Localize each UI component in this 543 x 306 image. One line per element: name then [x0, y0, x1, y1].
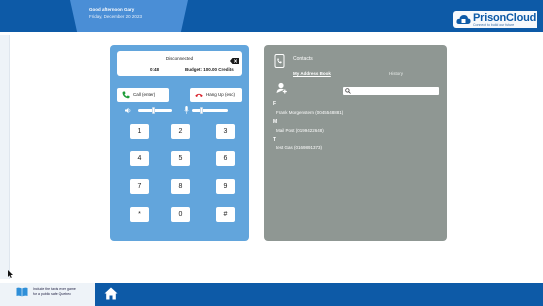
budget-display: Budget: 100.00 Credits: [185, 67, 234, 72]
contacts-title: Contacts: [293, 56, 313, 62]
address-book-icon: [274, 54, 285, 68]
microphone-volume-slider[interactable]: [192, 107, 228, 114]
speaker-volume-slider[interactable]: [138, 107, 172, 114]
mouse-cursor-icon: [8, 270, 13, 278]
contact-group-letter: M: [273, 119, 278, 125]
key-4[interactable]: 4: [130, 151, 149, 166]
speaker-volume-thumb[interactable]: [152, 107, 155, 114]
book-icon: [16, 287, 28, 297]
key-0[interactable]: 0: [171, 207, 190, 222]
key-hash[interactable]: #: [216, 207, 235, 222]
cloud-icon: [456, 15, 471, 24]
phone-icon: [122, 91, 130, 99]
tab-history[interactable]: History: [389, 71, 403, 76]
key-7[interactable]: 7: [130, 179, 149, 194]
footer-text-line1: Include the taxis ever game: [33, 287, 76, 291]
speaker-icon: [125, 107, 131, 114]
hang-up-icon: [195, 93, 203, 97]
microphone-icon: [184, 106, 189, 114]
search-icon: [345, 88, 351, 94]
contact-group-letter: T: [273, 137, 277, 143]
contact-item[interactable]: Frank Morgenstern (0045548881): [276, 110, 343, 115]
contacts-panel: Contacts My Address Book History F Frank…: [264, 45, 447, 241]
footer-text-line2: for a public safe Quebec: [33, 292, 71, 296]
contact-item[interactable]: Mail Post (0199422648): [276, 128, 324, 133]
key-9[interactable]: 9: [216, 179, 235, 194]
call-status: Disconnected: [165, 56, 194, 61]
microphone-volume-thumb[interactable]: [200, 107, 203, 114]
key-2[interactable]: 2: [171, 124, 190, 139]
contact-search-input[interactable]: [343, 87, 439, 95]
call-button-label: Call (enter): [133, 92, 156, 97]
contact-group-letter: F: [273, 101, 277, 107]
app-screen: Good afternoon Gary Friday, December 20 …: [0, 0, 543, 306]
key-6[interactable]: 6: [216, 151, 235, 166]
hang-up-label: Hang Up (esc): [206, 92, 236, 97]
call-status-display: Disconnected 0:48 Budget: 100.00 Credits: [117, 51, 242, 76]
side-panel-strip: [0, 35, 10, 279]
key-1[interactable]: 1: [130, 124, 149, 139]
key-3[interactable]: 3: [216, 124, 235, 139]
backspace-icon[interactable]: [230, 58, 239, 64]
logo-tagline: Connect to build our future: [473, 23, 515, 27]
key-5[interactable]: 5: [171, 151, 190, 166]
tab-my-address-book[interactable]: My Address Book: [293, 71, 331, 76]
call-timer: 0:48: [150, 67, 160, 72]
home-icon[interactable]: [104, 287, 118, 300]
date-text: Friday, December 20 2023: [89, 14, 142, 19]
key-8[interactable]: 8: [171, 179, 190, 194]
greeting-text: Good afternoon Gary: [89, 7, 135, 12]
add-contact-icon[interactable]: [276, 82, 288, 94]
call-button[interactable]: Call (enter): [117, 88, 169, 102]
dialer-panel: Disconnected 0:48 Budget: 100.00 Credits…: [110, 45, 249, 241]
key-star[interactable]: *: [130, 207, 149, 222]
contact-item[interactable]: test Gas (0169891373): [276, 145, 322, 150]
prisoncloud-logo: PrisonCloud Connect to build our future: [453, 11, 537, 28]
hang-up-button[interactable]: Hang Up (esc): [190, 88, 242, 102]
